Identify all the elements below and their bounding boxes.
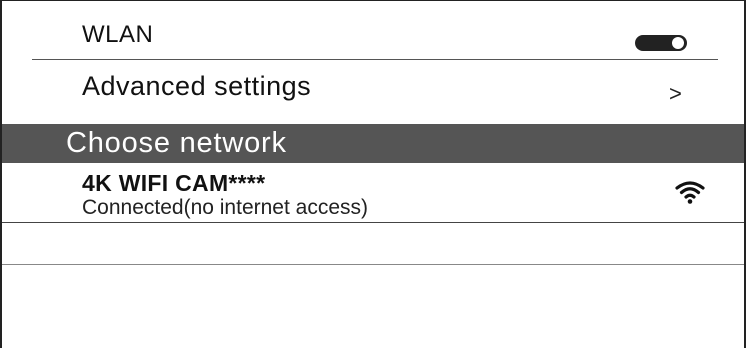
section-title: Choose network bbox=[66, 127, 287, 159]
advanced-settings-item[interactable]: Advanced settings > bbox=[2, 61, 744, 123]
divider bbox=[2, 222, 744, 223]
wlan-toggle[interactable] bbox=[635, 35, 687, 51]
network-status: Connected(no internet access) bbox=[82, 196, 368, 219]
toggle-knob bbox=[672, 37, 684, 49]
advanced-settings-label: Advanced settings bbox=[82, 71, 312, 101]
wlan-label: WLAN bbox=[82, 21, 154, 48]
divider bbox=[2, 264, 744, 265]
wifi-full-icon bbox=[675, 181, 705, 204]
divider bbox=[32, 59, 718, 60]
wlan-settings-screen: WLAN Advanced settings > Choose network … bbox=[0, 0, 746, 348]
network-list-item[interactable]: 4K WIFI CAM**** Connected(no internet ac… bbox=[2, 163, 744, 221]
choose-network-header: Choose network bbox=[2, 124, 744, 163]
network-ssid: 4K WIFI CAM**** bbox=[82, 170, 266, 196]
chevron-right-icon: > bbox=[669, 81, 682, 106]
